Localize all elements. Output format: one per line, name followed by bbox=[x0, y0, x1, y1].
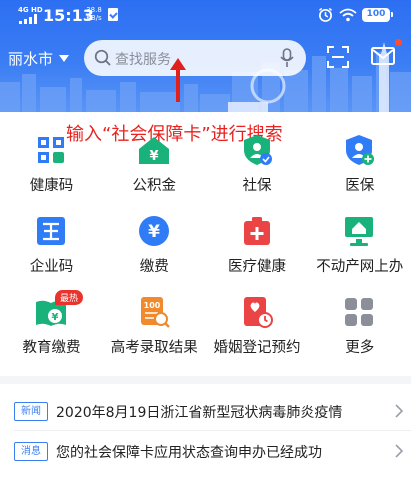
service-label: 医疗健康 bbox=[228, 259, 286, 275]
service-item[interactable]: 医保 bbox=[308, 132, 411, 212]
housing-fund-icon: ¥ bbox=[138, 137, 169, 164]
header: 4G HD 15:13 38.8 KB/s 100 丽水市 查找服务 bbox=[0, 0, 411, 112]
news-text: 2020年8月19日浙江省新型冠状病毒肺炎疫情 bbox=[56, 405, 343, 421]
service-label: 婚姻登记预约 bbox=[213, 340, 301, 356]
wifi-icon bbox=[339, 8, 357, 22]
news-tag: 新闻 bbox=[14, 402, 48, 421]
sim-check-icon bbox=[108, 8, 118, 21]
svg-text:¥: ¥ bbox=[148, 222, 160, 242]
service-item[interactable]: 100 高考录取结果 bbox=[103, 294, 206, 374]
service-label: 企业码 bbox=[29, 259, 74, 275]
search-icon bbox=[94, 49, 111, 66]
real-estate-icon bbox=[345, 217, 374, 246]
annotation-arrow-icon bbox=[170, 58, 186, 102]
news-panel: 新闻 2020年8月19日浙江省新型冠状病毒肺炎疫情 消息 您的社会保障卡应用状… bbox=[0, 384, 411, 478]
microphone-icon[interactable] bbox=[280, 48, 294, 68]
news-item[interactable]: 消息 您的社会保障卡应用状态查询申办已经成功 bbox=[14, 440, 404, 464]
service-item[interactable]: 更多 bbox=[308, 294, 411, 374]
service-item[interactable]: 不动产网上办 bbox=[308, 213, 411, 293]
service-label: 教育缴费 bbox=[22, 340, 81, 356]
network-speed-unit: KB/s bbox=[86, 14, 102, 22]
service-label: 健康码 bbox=[29, 178, 74, 194]
service-label: 公积金 bbox=[132, 178, 177, 194]
service-label: 不动产网上办 bbox=[316, 259, 404, 275]
network-speed: 38.8 KB/s bbox=[85, 6, 103, 22]
medical-health-icon bbox=[243, 217, 270, 245]
marriage-registration-icon bbox=[243, 297, 273, 328]
news-tag: 消息 bbox=[14, 442, 48, 461]
service-item[interactable]: 医疗健康 bbox=[206, 213, 309, 293]
service-item[interactable]: ¥ 最热教育缴费 bbox=[0, 290, 103, 374]
medical-insurance-icon bbox=[346, 135, 375, 165]
exam-result-icon: 100 bbox=[140, 297, 170, 328]
service-label: 缴费 bbox=[139, 259, 169, 275]
service-item[interactable]: 健康码 bbox=[0, 132, 103, 212]
service-label: 社保 bbox=[242, 178, 272, 194]
payment-icon: ¥ bbox=[138, 216, 169, 246]
health-code-icon bbox=[38, 137, 64, 163]
signal-type: 4G HD bbox=[18, 6, 43, 14]
service-item[interactable]: 社保 bbox=[206, 132, 309, 212]
social-security-icon bbox=[243, 135, 272, 165]
svg-text:¥: ¥ bbox=[52, 312, 59, 323]
svg-text:100: 100 bbox=[143, 301, 160, 310]
search-placeholder: 查找服务 bbox=[115, 52, 171, 68]
enterprise-code-icon bbox=[37, 217, 65, 245]
app-screen: 4G HD 15:13 38.8 KB/s 100 丽水市 查找服务 输入“社会… bbox=[0, 0, 411, 478]
mail-icon[interactable] bbox=[371, 46, 395, 66]
scan-icon[interactable] bbox=[326, 45, 350, 69]
battery-indicator: 100 bbox=[362, 8, 393, 22]
search-bar[interactable]: 查找服务 bbox=[84, 40, 306, 76]
hot-badge: 最热 bbox=[55, 290, 84, 305]
notification-dot bbox=[395, 39, 402, 46]
service-label: 高考录取结果 bbox=[110, 340, 198, 356]
service-item[interactable]: 婚姻登记预约 bbox=[206, 294, 309, 374]
news-text: 您的社会保障卡应用状态查询申办已经成功 bbox=[56, 445, 322, 461]
service-item[interactable]: ¥ 公积金 bbox=[103, 132, 206, 212]
chevron-right-icon bbox=[395, 404, 404, 418]
service-item[interactable]: ¥ 缴费 bbox=[103, 213, 206, 293]
city-name: 丽水市 bbox=[8, 50, 54, 68]
chevron-right-icon bbox=[395, 444, 404, 458]
divider bbox=[14, 430, 411, 431]
more-grid-icon bbox=[345, 298, 374, 326]
signal-bars-icon bbox=[19, 14, 37, 24]
service-label: 更多 bbox=[345, 340, 375, 356]
service-item[interactable]: 企业码 bbox=[0, 213, 103, 293]
service-label: 医保 bbox=[345, 178, 375, 194]
alarm-icon bbox=[318, 7, 333, 22]
caret-down-icon bbox=[59, 55, 70, 62]
svg-text:¥: ¥ bbox=[149, 149, 158, 164]
network-speed-value: 38.8 bbox=[86, 6, 102, 14]
service-grid-panel: 输入“社会保障卡”进行搜索 健康码 ¥ 公积金 社保 医保 企业码 ¥ 缴费 医疗健康 不动产网上… bbox=[0, 112, 411, 376]
status-bar: 4G HD 15:13 38.8 KB/s 100 bbox=[0, 0, 411, 32]
news-item[interactable]: 新闻 2020年8月19日浙江省新型冠状病毒肺炎疫情 bbox=[14, 400, 404, 424]
city-selector[interactable]: 丽水市 bbox=[8, 48, 70, 69]
